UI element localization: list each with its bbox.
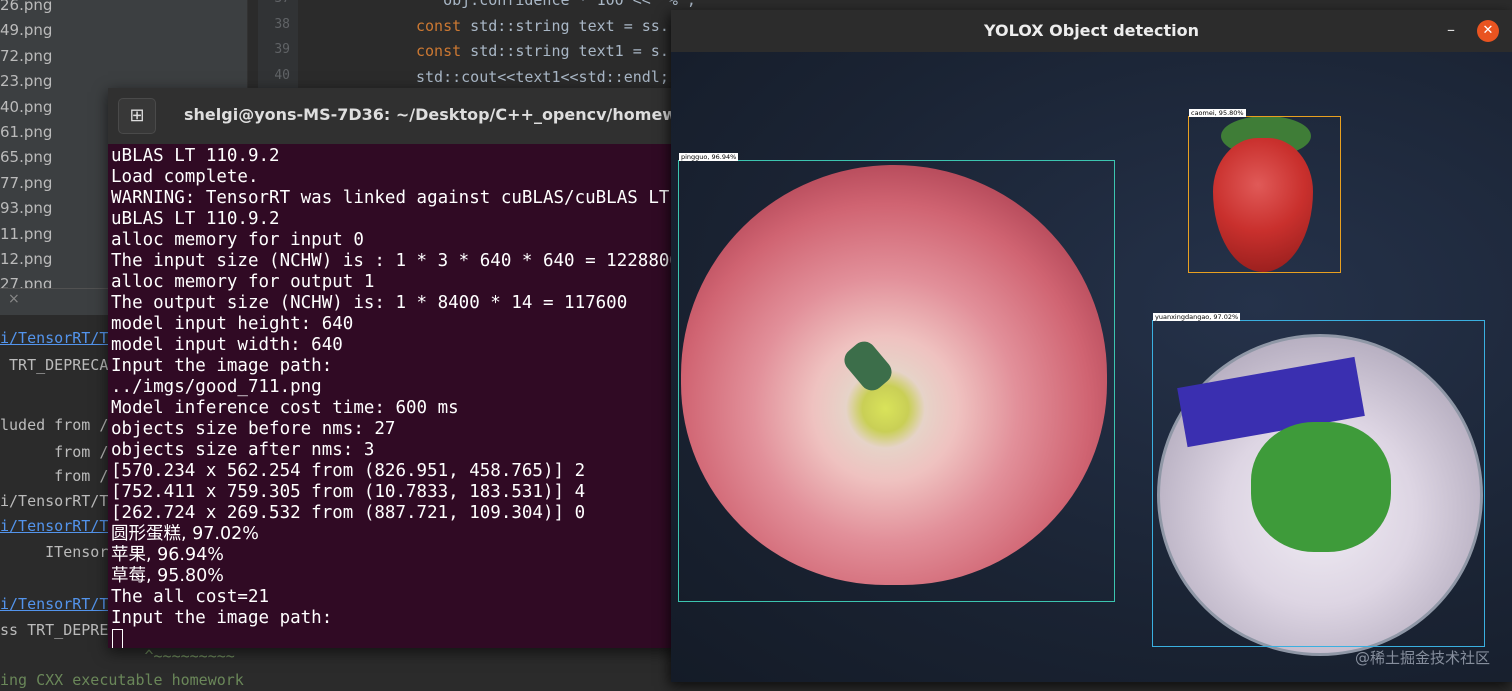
terminal-line: 苹果, 96.94%	[111, 545, 224, 565]
terminal-line: Model inference cost time: 600 ms	[111, 398, 459, 418]
detection-box-apple: pingguo, 96.94%	[678, 153, 1115, 602]
detection-box-strawberry: caomei, 95.80%	[1188, 109, 1341, 273]
terminal-line: model input height: 640	[111, 314, 354, 334]
file-item[interactable]: 49.png	[0, 18, 52, 43]
code-text: std::string text = ss.	[461, 16, 669, 35]
line-number: 38	[274, 16, 290, 32]
detection-label: yuanxingdangao, 97.02%	[1153, 313, 1241, 321]
run-tab-bar: ×	[0, 289, 110, 315]
line-number: 37	[274, 0, 290, 6]
file-item[interactable]: 65.png	[0, 145, 52, 170]
terminal-line: alloc memory for input 0	[111, 230, 364, 250]
log-line: i/TensorRT/T	[0, 492, 109, 510]
terminal-line: Input the image path:	[111, 608, 333, 628]
terminal-line: alloc memory for output 1	[111, 272, 375, 292]
file-item[interactable]: 26.png	[0, 0, 52, 18]
terminal-line: [570.234 x 562.254 from (826.951, 458.76…	[111, 461, 586, 481]
terminal-line: objects size before nms: 27	[111, 419, 396, 439]
log-link[interactable]: i/TensorRT/T	[0, 593, 108, 615]
terminal-line: model input width: 640	[111, 335, 343, 355]
code-line: const std::string text = ss.	[416, 17, 669, 35]
close-icon[interactable]: ×	[8, 291, 20, 307]
terminal-line: 草莓, 95.80%	[111, 566, 224, 586]
terminal-line: Input the image path:	[111, 356, 333, 376]
log-line: ss TRT_DEPRE	[0, 621, 109, 639]
code-line: std::cout<<text1<<std::endl;	[416, 68, 669, 86]
terminal-line: uBLAS LT 110.9.2	[111, 209, 280, 229]
log-line: ing CXX executable homework	[0, 671, 244, 689]
terminal-line: Load complete.	[111, 167, 259, 187]
log-line: ITensor	[0, 543, 109, 561]
code-text: std::string text1 = s.	[461, 42, 669, 60]
minimize-button[interactable]: –	[1439, 18, 1463, 42]
file-item[interactable]: 77.png	[0, 171, 52, 196]
yolox-window: YOLOX Object detection – ✕ pingguo, 96.9…	[671, 10, 1512, 682]
detection-box-cake: yuanxingdangao, 97.02%	[1152, 313, 1485, 647]
cursor	[112, 629, 123, 648]
code-line: obj.confidence * 100 << "%";	[416, 0, 696, 9]
file-item[interactable]: 93.png	[0, 196, 52, 221]
terminal-output[interactable]: uBLAS LT 110.9.2 Load complete. WARNING: T…	[108, 144, 680, 648]
terminal-titlebar: ⊞ shelgi@yons-MS-7D36: ~/Desktop/C++_ope…	[108, 88, 722, 144]
log-line: TRT_DEPRECA	[0, 356, 109, 374]
terminal-line: The all cost=21	[111, 587, 270, 607]
log-line: from /	[0, 467, 109, 485]
yolox-titlebar: YOLOX Object detection – ✕	[671, 10, 1512, 52]
terminal-line: ../imgs/good_711.png	[111, 377, 322, 397]
terminal-line: 圆形蛋糕, 97.02%	[111, 524, 259, 544]
detection-image: pingguo, 96.94% caomei, 95.80% yuanxingd…	[671, 52, 1512, 682]
window-title: YOLOX Object detection	[983, 21, 1200, 40]
code-text: std::cout<<text1<<std::endl;	[416, 67, 669, 86]
close-button[interactable]: ✕	[1477, 20, 1499, 42]
terminal-line: [262.724 x 269.532 from (887.721, 109.30…	[111, 503, 586, 523]
file-item[interactable]: 11.png	[0, 222, 52, 247]
file-item[interactable]: 61.png	[0, 120, 52, 145]
line-number-gutter: 37 38 39 40	[258, 0, 298, 90]
line-number: 39	[274, 42, 290, 57]
log-line: ^~~~~~~~~~	[0, 647, 235, 665]
line-number: 40	[274, 67, 290, 83]
file-item[interactable]: 72.png	[0, 44, 52, 69]
terminal-line: The input size (NCHW) is : 1 * 3 * 640 *…	[111, 251, 680, 271]
code-keyword: const	[416, 16, 462, 35]
detection-label: caomei, 95.80%	[1189, 109, 1246, 117]
terminal-window[interactable]: ⊞ shelgi@yons-MS-7D36: ~/Desktop/C++_ope…	[108, 88, 722, 648]
watermark: @稀土掘金技术社区	[1354, 649, 1490, 667]
code-text: obj.confidence * 100 << "%";	[416, 0, 696, 9]
terminal-line: objects size after nms: 3	[111, 440, 375, 460]
log-link[interactable]: i/TensorRT/T	[0, 327, 108, 349]
new-tab-icon[interactable]: ⊞	[118, 98, 156, 134]
log-line: luded from /	[0, 416, 109, 434]
terminal-line: WARNING: TensorRT was linked against cuB…	[111, 188, 670, 208]
terminal-line: uBLAS LT 110.9.2	[111, 146, 280, 166]
code-editor[interactable]: obj.confidence * 100 << "%";const std::s…	[298, 0, 696, 90]
file-item[interactable]: 40.png	[0, 95, 52, 120]
code-line: const std::string text1 = s.	[416, 42, 669, 60]
terminal-prompt-line[interactable]	[111, 629, 680, 648]
log-line: from /	[0, 443, 109, 461]
log-link[interactable]: i/TensorRT/T	[0, 515, 108, 537]
terminal-line: [752.411 x 759.305 from (10.7833, 183.53…	[111, 482, 586, 502]
terminal-title: shelgi@yons-MS-7D36: ~/Desktop/C++_openc…	[184, 105, 722, 124]
file-item[interactable]: 23.png	[0, 69, 52, 94]
code-keyword: const	[416, 42, 462, 60]
detection-label: pingguo, 96.94%	[679, 153, 739, 161]
terminal-line: The output size (NCHW) is: 1 * 8400 * 14…	[111, 293, 628, 313]
file-item[interactable]: 12.png	[0, 247, 52, 272]
